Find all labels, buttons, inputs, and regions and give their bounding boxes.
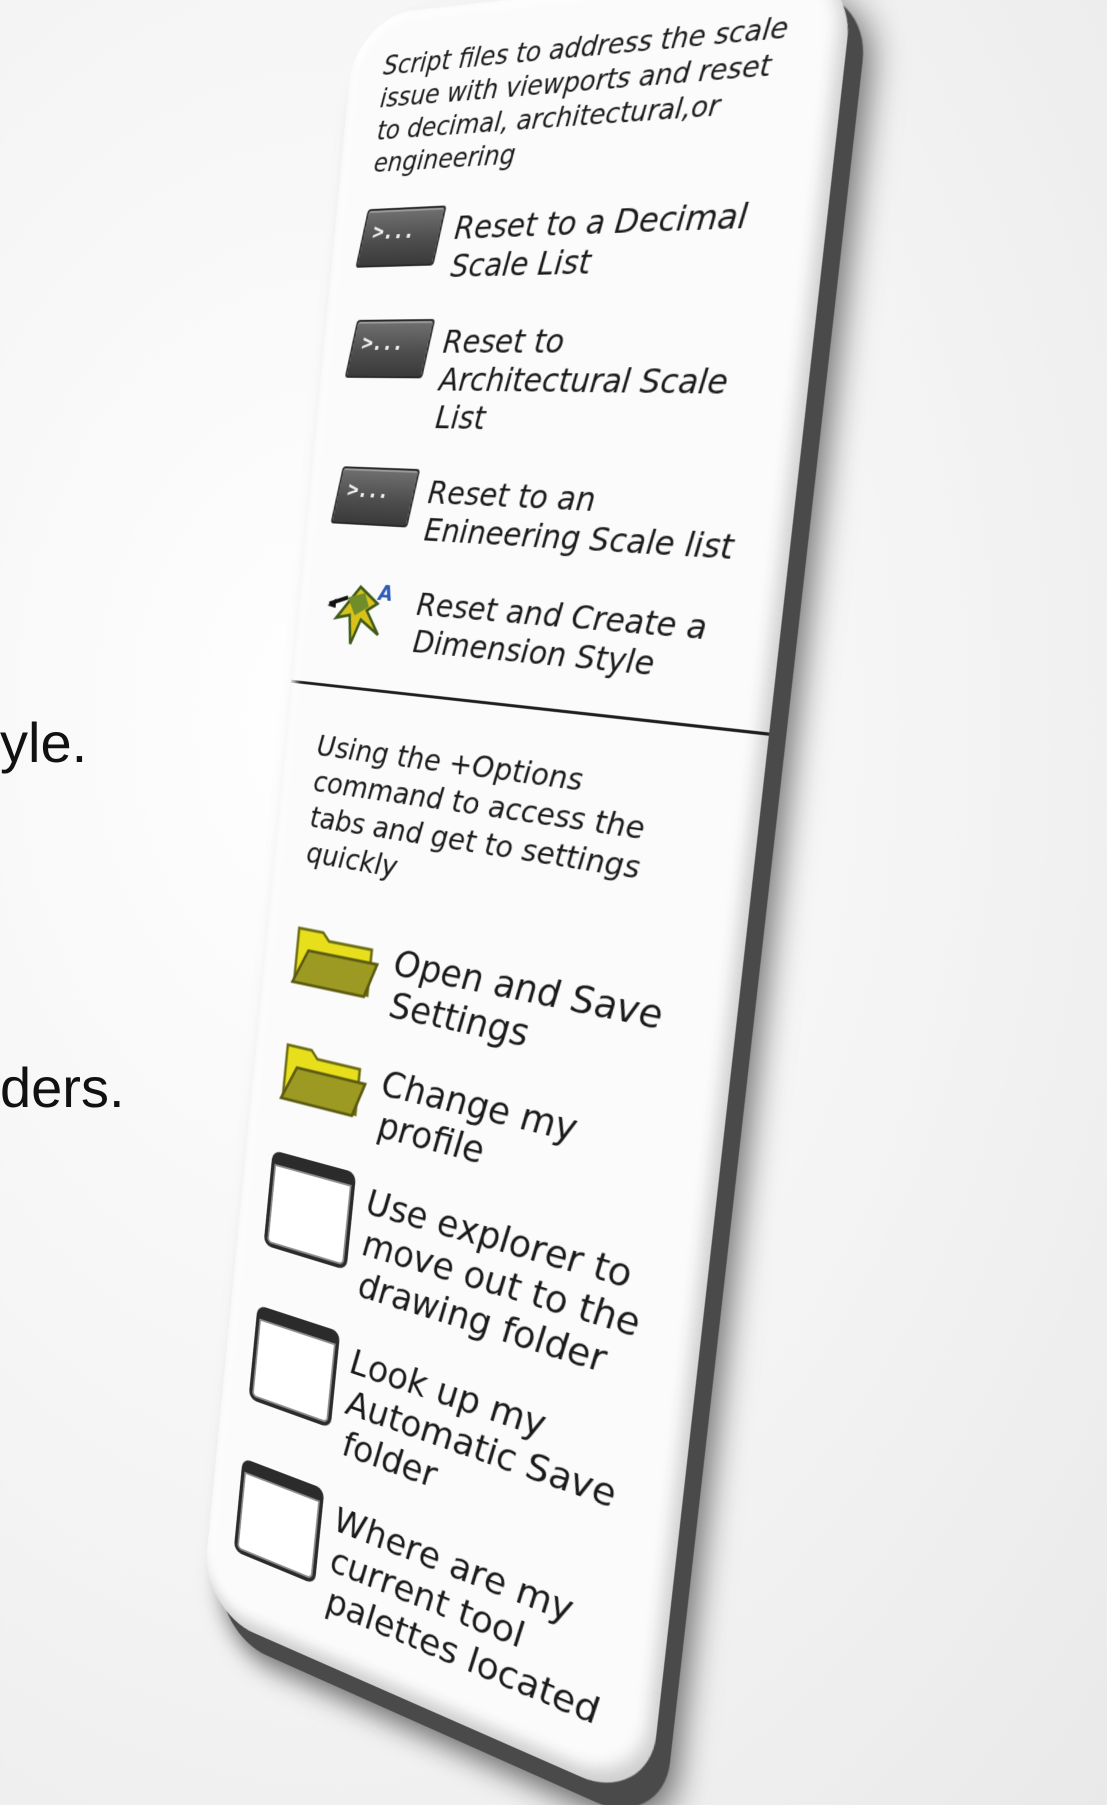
tool-reset-decimal-scale[interactable]: >... Reset to a Decimal Scale List [355, 189, 793, 287]
script-icon-glyph: >... [359, 331, 406, 356]
slide-text-fragment-2: ders. [0, 1056, 125, 1119]
folder-icon [277, 1034, 371, 1124]
section-description-options: Using the +Options command to access the… [305, 728, 647, 888]
tool-label: Reset to an Enineering Scale list [422, 473, 736, 568]
script-icon: >... [344, 318, 436, 379]
tool-label: Reset and Create a Dimension Style [411, 585, 710, 684]
section-description-scale-scripts: Script files to address the scale issue … [372, 10, 791, 179]
tool-label: Reset to a Decimal Scale List [448, 195, 750, 285]
window-icon [233, 1457, 325, 1585]
script-icon-glyph: >... [345, 478, 392, 504]
tool-reset-engineering-scale[interactable]: >... Reset to an Enineering Scale list [330, 466, 761, 569]
section-divider [290, 679, 770, 736]
tool-label: Reset to Architectural Scale List [433, 321, 731, 438]
tool-palette: Script files to address the scale issue … [201, 0, 857, 1805]
folder-icon [289, 918, 384, 1005]
slide-text-fragment-1: yle. [0, 711, 88, 774]
window-icon [263, 1150, 357, 1271]
script-icon: >... [330, 466, 421, 528]
window-icon [248, 1304, 341, 1429]
tool-reset-architectural-scale[interactable]: >... Reset to Architectural Scale List [343, 315, 780, 445]
tool-reset-create-dimension-style[interactable]: A Reset and Create a Dimension Style [321, 575, 746, 692]
svg-text:A: A [376, 580, 395, 606]
script-icon: >... [355, 205, 447, 268]
script-icon-glyph: >... [370, 218, 418, 246]
dimension-style-icon: A [322, 575, 395, 653]
